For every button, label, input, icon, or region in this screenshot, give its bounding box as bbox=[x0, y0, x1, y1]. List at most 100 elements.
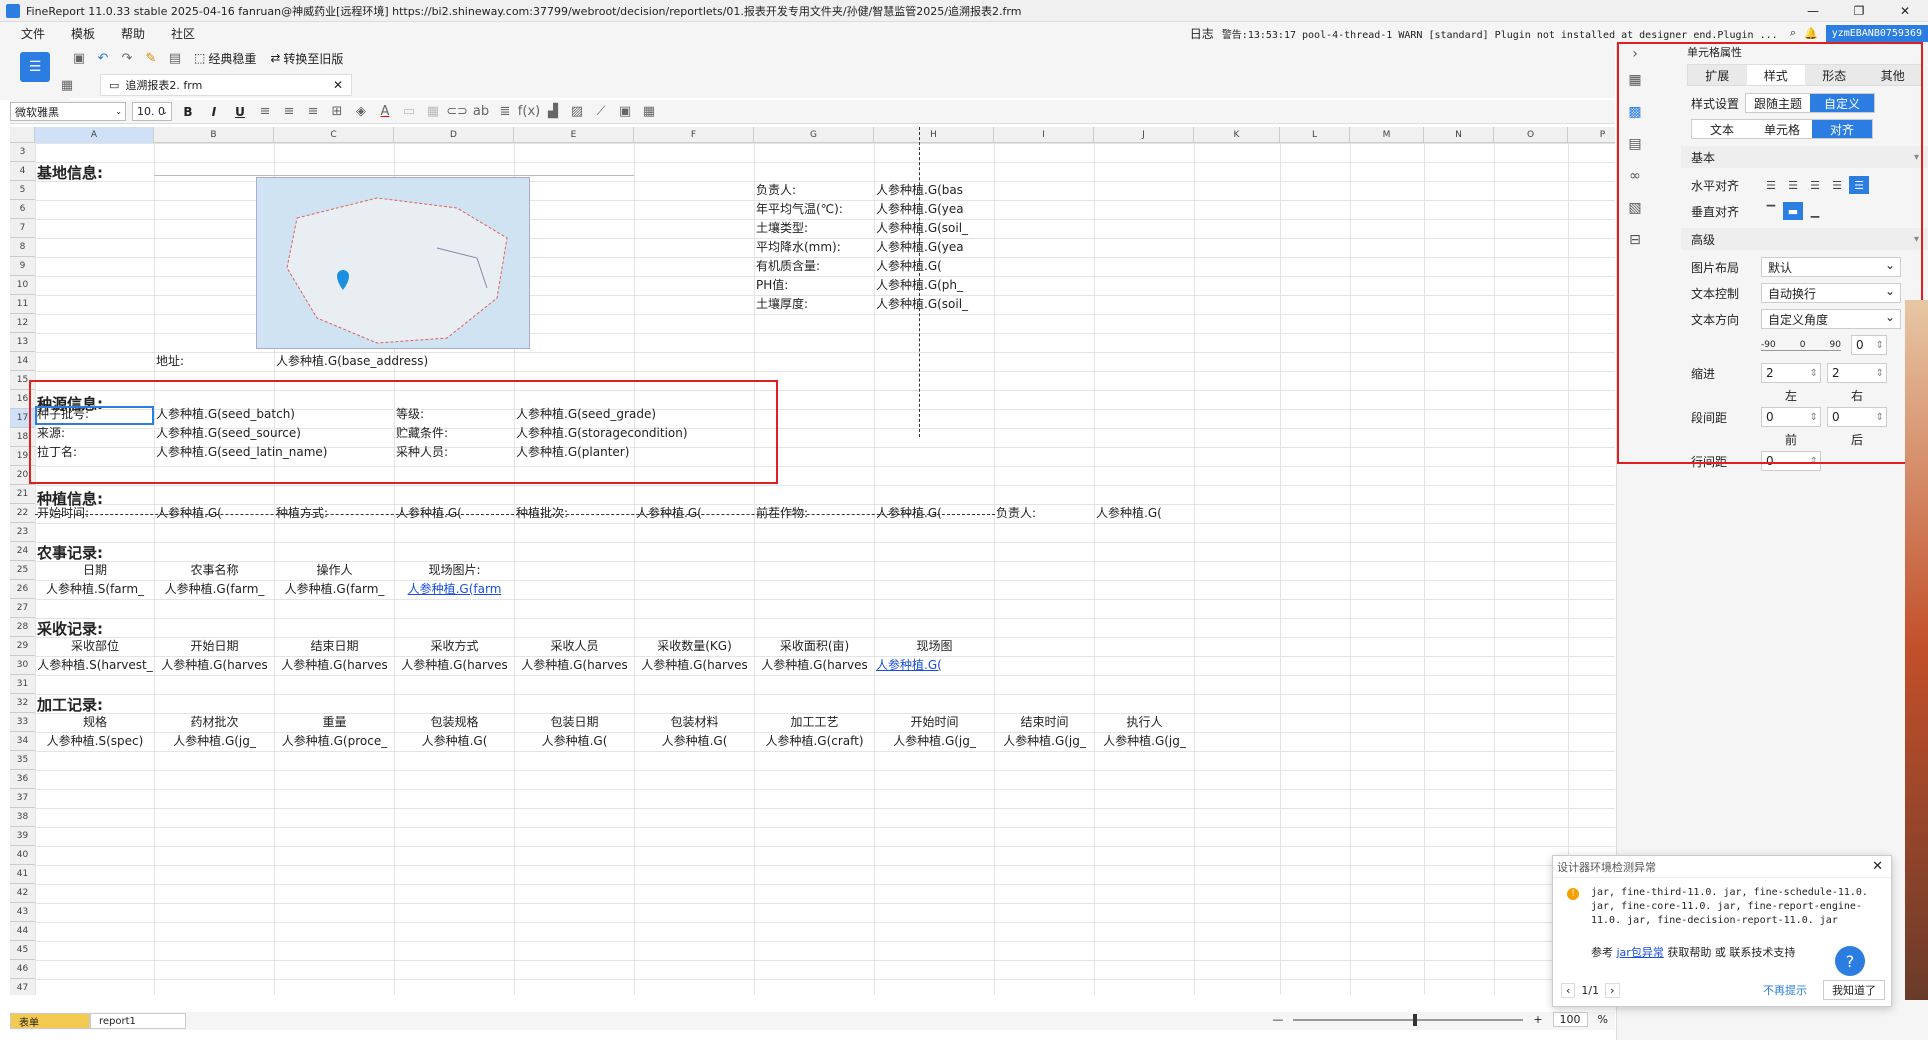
address-label[interactable]: 地址: bbox=[156, 353, 273, 371]
base-field-label[interactable]: 年平均气温(℃): bbox=[756, 201, 873, 219]
row-header-cell[interactable]: 28 bbox=[10, 618, 35, 637]
row-header-cell[interactable]: 44 bbox=[10, 922, 35, 941]
grid-menu-icon[interactable]: ▦ bbox=[58, 76, 76, 94]
menu-file[interactable]: 文件 bbox=[8, 25, 58, 42]
harvest-value[interactable]: 人参种植.G(harves bbox=[756, 657, 873, 675]
base-field-value[interactable]: 人参种植.G(soil_ bbox=[876, 220, 993, 238]
zoom-slider-thumb[interactable] bbox=[1413, 1013, 1418, 1026]
column-header-cell[interactable]: P bbox=[1568, 127, 1615, 143]
section-title-base[interactable]: 基地信息: bbox=[37, 163, 237, 185]
log-button[interactable]: 日志 bbox=[1190, 25, 1214, 42]
prev-page-icon[interactable]: ‹ bbox=[1561, 982, 1576, 998]
redo-icon[interactable]: ↷ bbox=[118, 49, 136, 67]
harvest-header[interactable]: 采收面积(亩) bbox=[756, 638, 873, 656]
row-header-cell[interactable]: 11 bbox=[10, 295, 35, 314]
base-field-value[interactable]: 人参种植.G(soil_ bbox=[876, 296, 993, 314]
process-value[interactable]: 人参种植.S(spec) bbox=[37, 733, 153, 751]
row-header-cell[interactable]: 33 bbox=[10, 713, 35, 732]
menu-help[interactable]: 帮助 bbox=[108, 25, 158, 42]
column-header-cell[interactable]: E bbox=[514, 127, 634, 143]
farm-value[interactable]: 人参种植.G(farm_ bbox=[156, 581, 273, 599]
row-header-cell[interactable]: 5 bbox=[10, 181, 35, 200]
base-field-value[interactable]: 人参种植.G(yea bbox=[876, 201, 993, 219]
richtext-icon[interactable]: ≣ bbox=[496, 103, 514, 121]
minimize-button[interactable]: — bbox=[1790, 0, 1836, 22]
user-account[interactable]: yzmEBANB0759369 bbox=[1825, 24, 1928, 42]
farm-header[interactable]: 操作人 bbox=[276, 562, 393, 580]
file-tab[interactable]: ▭ 追溯报表2. frm ✕ bbox=[100, 74, 352, 96]
zoom-in-icon[interactable]: + bbox=[1533, 1013, 1542, 1026]
process-header[interactable]: 包装规格 bbox=[396, 714, 513, 732]
process-header[interactable]: 药材批次 bbox=[156, 714, 273, 732]
process-header[interactable]: 开始时间 bbox=[876, 714, 993, 732]
process-header[interactable]: 结束时间 bbox=[996, 714, 1093, 732]
italic-icon[interactable]: I bbox=[204, 105, 224, 119]
slash-icon[interactable]: ⟋ bbox=[592, 103, 610, 121]
harvest-header[interactable]: 采收人员 bbox=[516, 638, 633, 656]
row-header-cell[interactable]: 29 bbox=[10, 637, 35, 656]
row-header-cell[interactable]: 38 bbox=[10, 808, 35, 827]
row-header-cell[interactable]: 41 bbox=[10, 865, 35, 884]
row-header-cell[interactable]: 31 bbox=[10, 675, 35, 694]
harvest-header[interactable]: 现场图 bbox=[876, 638, 993, 656]
row-header-cell[interactable]: 25 bbox=[10, 561, 35, 580]
plant-cell[interactable]: 人参种植.G( bbox=[1096, 505, 1193, 523]
row-header-cell[interactable]: 42 bbox=[10, 884, 35, 903]
process-value[interactable]: 人参种植.G( bbox=[516, 733, 633, 751]
link-icon[interactable]: ⊂⊃ bbox=[446, 103, 468, 121]
row-header-cell[interactable]: 14 bbox=[10, 352, 35, 371]
process-value[interactable]: 人参种植.G( bbox=[636, 733, 753, 751]
text-icon[interactable]: ab bbox=[472, 103, 490, 121]
base-field-value[interactable]: 人参种植.G(bas bbox=[876, 182, 993, 200]
close-icon[interactable]: ✕ bbox=[1872, 859, 1883, 874]
help-icon[interactable]: ? bbox=[1835, 946, 1865, 976]
row-header-cell[interactable]: 32 bbox=[10, 694, 35, 713]
no-more-button[interactable]: 不再提示 bbox=[1763, 982, 1807, 998]
font-family-select[interactable]: 微软雅黑 ⌄ bbox=[10, 102, 126, 121]
column-header-cell[interactable]: H bbox=[874, 127, 994, 143]
process-header[interactable]: 执行人 bbox=[1096, 714, 1193, 732]
process-header[interactable]: 包装日期 bbox=[516, 714, 633, 732]
spreadsheet[interactable]: ABCDEFGHIJKLMNOP 3 4 5 6 7 8 9 10 11 12 13 14 15 16 17… bbox=[10, 127, 1615, 995]
close-tab-icon[interactable]: ✕ bbox=[333, 78, 343, 92]
row-header-cell[interactable]: 45 bbox=[10, 941, 35, 960]
column-header-cell[interactable]: G bbox=[754, 127, 874, 143]
row-header-cell[interactable]: 35 bbox=[10, 751, 35, 770]
harvest-value[interactable]: 人参种植.G( bbox=[876, 657, 993, 675]
process-value[interactable]: 人参种植.G(jg_ bbox=[1096, 733, 1193, 751]
row-header-cell[interactable]: 47 bbox=[10, 979, 35, 995]
merge-icon[interactable]: ▭ bbox=[400, 103, 418, 121]
row-header-cell[interactable]: 26 bbox=[10, 580, 35, 599]
base-field-label[interactable]: 土壤类型: bbox=[756, 220, 873, 238]
border-icon[interactable]: ⊞ bbox=[328, 103, 346, 121]
menu-template[interactable]: 模板 bbox=[58, 25, 108, 42]
form-tab[interactable]: 表单 bbox=[10, 1013, 90, 1029]
cell-grid[interactable]: 基地信息: 种源信息: 种植信息: 农事记录: 采收记录: 加工记录: 负责人: 人参种植.G… bbox=[29, 127, 1615, 995]
zoom-out-icon[interactable]: — bbox=[1272, 1013, 1283, 1026]
row-header-cell[interactable]: 37 bbox=[10, 789, 35, 808]
farm-header[interactable]: 日期 bbox=[37, 562, 153, 580]
harvest-value[interactable]: 人参种植.G(harves bbox=[156, 657, 273, 675]
jar-error-link[interactable]: jar包异常 bbox=[1617, 946, 1664, 959]
got-it-button[interactable]: 我知道了 bbox=[1823, 980, 1885, 1000]
column-header-cell[interactable]: O bbox=[1494, 127, 1568, 143]
row-header-cell[interactable]: 6 bbox=[10, 200, 35, 219]
menu-community[interactable]: 社区 bbox=[158, 25, 208, 42]
zoom-slider[interactable] bbox=[1293, 1013, 1524, 1026]
next-page-icon[interactable]: › bbox=[1605, 982, 1620, 998]
process-value[interactable]: 人参种植.G(proce_ bbox=[276, 733, 393, 751]
farm-value[interactable]: 人参种植.G(farm bbox=[396, 581, 513, 599]
bold-icon[interactable]: B bbox=[178, 105, 198, 119]
column-header-cell[interactable]: J bbox=[1094, 127, 1194, 143]
process-value[interactable]: 人参种植.G( bbox=[396, 733, 513, 751]
farm-header[interactable]: 现场图片: bbox=[396, 562, 513, 580]
table-icon[interactable]: ▦ bbox=[640, 103, 658, 121]
plant-cell[interactable]: 负责人: bbox=[996, 505, 1093, 523]
column-header-cell[interactable]: I bbox=[994, 127, 1094, 143]
column-header-cell[interactable]: D bbox=[394, 127, 514, 143]
row-header-cell[interactable]: 43 bbox=[10, 903, 35, 922]
save-icon[interactable]: ▣ bbox=[70, 49, 88, 67]
corner-cell[interactable] bbox=[10, 127, 35, 143]
fill-color-icon[interactable]: ◈ bbox=[352, 103, 370, 121]
row-header-cell[interactable]: 10 bbox=[10, 276, 35, 295]
